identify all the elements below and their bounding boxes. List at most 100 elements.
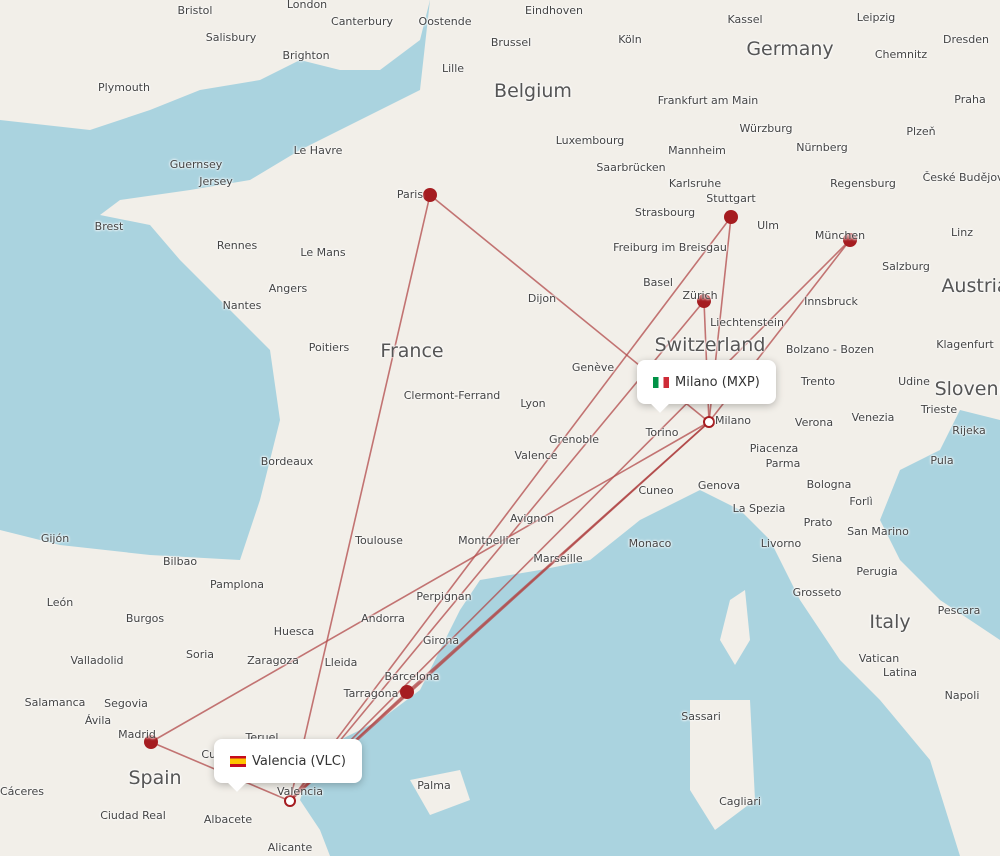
city-label: Genève [571, 361, 615, 375]
city-label: Brest [94, 220, 124, 234]
city-label: Canterbury [331, 15, 393, 29]
city-label: Napoli [944, 689, 980, 703]
city-label: Angers [268, 282, 308, 296]
city-label: Linz [951, 226, 973, 240]
city-label: Lyon [520, 397, 546, 411]
destination-label: Milano (MXP) [675, 374, 760, 390]
city-label: Pamplona [209, 578, 265, 592]
city-label: Valencia [276, 785, 324, 799]
city-label: München [814, 229, 866, 243]
city-label: Nürnberg [796, 141, 848, 155]
city-label: Eindhoven [525, 4, 583, 18]
city-label: Freiburg im Breisgau [613, 241, 727, 255]
city-label: Livorno [760, 537, 802, 551]
city-label: Würzburg [739, 122, 793, 136]
hub-marker-stuttgart [724, 210, 738, 224]
city-label: La Spezia [732, 502, 786, 516]
city-label: Siena [811, 552, 843, 566]
country-label: Slovenia [934, 378, 1000, 401]
city-label: Poitiers [308, 341, 350, 355]
city-label: Avignon [509, 512, 555, 526]
city-label: Brighton [282, 49, 330, 63]
country-label: Belgium [494, 80, 572, 103]
city-label: Bologna [806, 478, 852, 492]
city-label: Genova [697, 479, 741, 493]
city-label: Dresden [943, 33, 989, 47]
city-label: Palma [417, 779, 451, 793]
city-label: Sassari [681, 710, 721, 724]
route-map[interactable]: Germany Belgium France Switzerland Italy Spai… [0, 0, 1000, 856]
city-label: Liechtenstein [710, 316, 784, 330]
city-label: Grenoble [548, 433, 600, 447]
city-label: Bolzano - Bozen [785, 343, 875, 357]
city-label: Cagliari [719, 795, 761, 809]
city-label: San Marino [847, 525, 909, 539]
city-label: Plymouth [98, 81, 150, 95]
city-label: León [46, 596, 74, 610]
city-label: Kassel [727, 13, 763, 27]
country-label: Switzerland [654, 334, 766, 357]
city-label: Salisbury [205, 31, 257, 45]
city-label: Guernsey [169, 158, 223, 172]
city-label: Trieste [920, 403, 958, 417]
city-label: Verona [794, 416, 834, 430]
city-label: Perpignan [416, 590, 472, 604]
it-flag-icon [653, 376, 669, 388]
origin-tooltip[interactable]: Valencia (VLC) [214, 739, 362, 783]
city-label: Bilbao [162, 555, 198, 569]
hub-marker-barcelona [400, 685, 414, 699]
city-label: Torino [645, 426, 679, 440]
city-label: Zaragoza [247, 654, 299, 668]
city-label: Gijón [40, 532, 70, 546]
city-label: Strasbourg [634, 206, 696, 220]
city-label: Bordeaux [260, 455, 314, 469]
city-label: Lleida [324, 656, 358, 670]
city-label: Ulm [757, 219, 779, 233]
land-corsica [720, 590, 750, 665]
city-label: Huesca [273, 625, 315, 639]
city-label: Jersey [199, 175, 233, 189]
country-label: Germany [746, 38, 834, 61]
land-mallorca [410, 770, 470, 815]
city-label: Prato [803, 516, 833, 530]
city-label: Chemnitz [874, 48, 928, 62]
destination-tooltip[interactable]: Milano (MXP) [637, 360, 776, 404]
es-flag-icon [230, 755, 246, 767]
city-label: Ciudad Real [100, 809, 166, 823]
country-label: Italy [869, 611, 911, 634]
city-label: Barcelona [384, 670, 440, 684]
city-label: České Budějovice [922, 171, 1000, 185]
city-label: Tarragona [343, 687, 399, 701]
country-label: France [380, 340, 444, 363]
city-label: Salzburg [882, 260, 930, 274]
city-label: Venezia [851, 411, 895, 425]
city-label: Zürich [682, 289, 718, 303]
city-label: Pescara [937, 604, 981, 618]
city-label: Valence [514, 449, 558, 463]
city-label: Rijeka [952, 424, 986, 438]
city-label: Milano [714, 414, 752, 428]
city-label: Marseille [533, 552, 583, 566]
city-label: Praha [954, 93, 986, 107]
origin-label: Valencia (VLC) [252, 753, 346, 769]
city-label: Brussel [490, 36, 532, 50]
city-label: Madrid [118, 728, 156, 742]
city-label: Innsbruck [804, 295, 858, 309]
city-label: Karlsruhe [668, 177, 722, 191]
country-label: Austria [941, 275, 1000, 298]
city-label: Vatican [858, 652, 900, 666]
city-label: Le Mans [300, 246, 346, 260]
city-label: Saarbrücken [596, 161, 666, 175]
city-label: Le Havre [293, 144, 343, 158]
city-label: Perugia [856, 565, 898, 579]
city-label: Bristol [177, 4, 213, 18]
city-label: Basel [643, 276, 673, 290]
city-label: Forlì [849, 495, 873, 509]
city-label: Klagenfurt [936, 338, 994, 352]
city-label: Stuttgart [706, 192, 756, 206]
city-label: Plzeň [906, 125, 936, 139]
city-label: Andorra [361, 612, 405, 626]
city-label: Valladolid [70, 654, 124, 668]
city-label: Monaco [628, 537, 672, 551]
city-label: Albacete [203, 813, 253, 827]
